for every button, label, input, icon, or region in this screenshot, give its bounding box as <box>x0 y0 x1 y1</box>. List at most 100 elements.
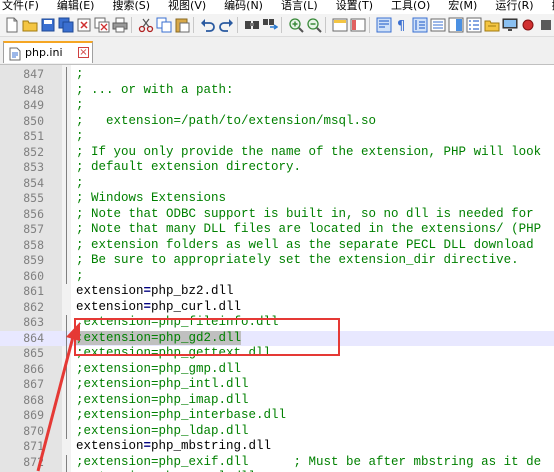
menu-tools[interactable]: 工具(O) <box>373 0 430 12</box>
line-number: 862 <box>23 299 44 314</box>
user-lang-icon[interactable] <box>430 17 446 33</box>
new-file-icon[interactable] <box>4 17 20 33</box>
record-macro-icon[interactable] <box>520 17 536 33</box>
code-line[interactable]: 847; <box>0 67 554 83</box>
save-icon[interactable] <box>40 17 56 33</box>
code-text: ; ... or with a path: <box>76 82 234 97</box>
close-all-icon[interactable] <box>94 17 110 33</box>
code-line[interactable]: 852 ; If you only provide the name of the… <box>0 144 554 160</box>
code-line[interactable]: 853 ; default extension directory. <box>0 160 554 176</box>
zoom-out-icon[interactable] <box>306 17 322 33</box>
line-number: 870 <box>23 423 44 438</box>
code-line[interactable]: 860; <box>0 268 554 284</box>
code-line[interactable]: 854; <box>0 175 554 191</box>
folder-workspace-icon[interactable] <box>484 17 500 33</box>
menu-macro[interactable]: 宏(M) <box>430 0 477 12</box>
toolbar-separator <box>193 17 194 33</box>
paste-icon[interactable] <box>174 17 190 33</box>
code-line[interactable]: 869 ;extension=php_interbase.dll <box>0 408 554 424</box>
code-text: ; <box>76 268 84 283</box>
code-line[interactable]: 867 ;extension=php_intl.dll <box>0 377 554 393</box>
code-line[interactable]: 855 ; Windows Extensions <box>0 191 554 207</box>
tab-php-ini[interactable]: php.ini × <box>3 41 93 63</box>
toolbar-separator <box>131 17 132 33</box>
menu-encoding[interactable]: 编码(N) <box>206 0 263 12</box>
code-text: ; Note that many DLL files are located i… <box>76 222 542 236</box>
replace-icon[interactable] <box>262 17 278 33</box>
code-line[interactable]: 857 ; Note that many DLL files are locate… <box>0 222 554 238</box>
code-line[interactable]: 856 ; Note that ODBC support is built in,… <box>0 206 554 222</box>
undo-icon[interactable] <box>200 17 216 33</box>
code-line[interactable]: 859 ; Be sure to appropriately set the ex… <box>0 253 554 269</box>
word-wrap-icon[interactable] <box>376 17 392 33</box>
code-text: ; extension=/path/to/extension/msql.so <box>76 113 377 128</box>
code-text: ;extension=php_ldap.dll <box>76 423 249 438</box>
setting-value: php_bz2.dll <box>151 284 234 298</box>
line-number: 850 <box>23 113 44 128</box>
line-number: 854 <box>23 175 44 190</box>
find-icon[interactable] <box>244 17 260 33</box>
monitor-icon[interactable] <box>502 17 518 33</box>
fold-line <box>66 160 67 176</box>
fold-line <box>66 206 67 222</box>
cut-icon[interactable] <box>138 17 154 33</box>
menu-edit[interactable]: 编辑(E) <box>39 0 95 12</box>
save-all-icon[interactable] <box>58 17 74 33</box>
fold-line <box>66 144 67 160</box>
tab-bar: php.ini × <box>0 37 554 64</box>
sync-vertical-icon[interactable] <box>332 17 348 33</box>
fold-line <box>66 82 67 98</box>
menu-view[interactable]: 视图(V) <box>150 0 206 12</box>
line-number: 857 <box>23 222 44 236</box>
code-line[interactable]: 871 extension=php_mbstring.dll <box>0 439 554 455</box>
menu-settings[interactable]: 设置(T) <box>318 0 373 12</box>
function-list-icon[interactable] <box>466 17 482 33</box>
code-line[interactable]: 868 ;extension=php_imap.dll <box>0 392 554 408</box>
fold-line <box>66 175 67 191</box>
tab-close-icon[interactable]: × <box>78 47 89 58</box>
code-line[interactable]: 858 ; extension folders as well as the se… <box>0 237 554 253</box>
stop-macro-icon[interactable] <box>538 17 554 33</box>
fold-line <box>66 423 67 439</box>
print-icon[interactable] <box>112 17 128 33</box>
line-number: 856 <box>23 206 44 221</box>
sync-horizontal-icon[interactable] <box>350 17 366 33</box>
line-number: 863 <box>23 315 44 329</box>
code-line[interactable]: 848 ; ... or with a path: <box>0 82 554 98</box>
code-line[interactable]: 872 ;extension=php_exif.dll ; Must be aft… <box>0 454 554 470</box>
close-icon[interactable] <box>76 17 92 33</box>
code-line[interactable]: 851; <box>0 129 554 145</box>
menu-language[interactable]: 语言(L) <box>263 0 318 12</box>
code-line[interactable]: 870 ;extension=php_ldap.dll <box>0 423 554 439</box>
code-text: ; default extension directory. <box>76 160 302 174</box>
redo-icon[interactable] <box>218 17 234 33</box>
file-icon <box>8 46 22 61</box>
menu-plugins[interactable]: 插件( <box>534 0 554 12</box>
code-line[interactable]: 850 ; extension=/path/to/extension/msql.s… <box>0 113 554 129</box>
show-all-chars-icon[interactable]: ¶ <box>394 17 410 33</box>
zoom-in-icon[interactable] <box>288 17 304 33</box>
line-number: 855 <box>23 191 44 205</box>
code-line[interactable]: 866 ;extension=php_gmp.dll <box>0 361 554 377</box>
doc-map-icon[interactable] <box>448 17 464 33</box>
code-line[interactable]: 865 ;extension=php_gettext.dll <box>0 346 554 362</box>
indent-guide-icon[interactable] <box>412 17 428 33</box>
fold-line <box>66 222 67 238</box>
tab-label: php.ini <box>25 46 63 59</box>
code-line[interactable]: 864 ;extension=php_gd2.dll <box>0 330 554 346</box>
menu-run[interactable]: 运行(R) <box>477 0 533 12</box>
code-line[interactable]: 861 extension=php_bz2.dll <box>0 284 554 300</box>
menu-file[interactable]: 文件(F) <box>0 0 39 12</box>
copy-icon[interactable] <box>156 17 172 33</box>
fold-line <box>66 346 67 362</box>
setting-key: extension <box>76 284 144 298</box>
open-file-icon[interactable] <box>22 17 38 33</box>
editor[interactable]: 847; 848; ... or with a path: 849; 850; ext… <box>0 64 554 472</box>
line-number: 865 <box>23 346 44 360</box>
code-line[interactable]: 862 extension=php_curl.dll <box>0 300 554 316</box>
menu-search[interactable]: 搜索(S) <box>94 0 150 12</box>
setting-value: php_mbstring.dll <box>151 439 272 453</box>
code-line[interactable]: 849; <box>0 98 554 114</box>
code-line[interactable]: 863 ;extension=php_fileinfo.dll <box>0 315 554 331</box>
svg-text:¶: ¶ <box>397 19 405 33</box>
